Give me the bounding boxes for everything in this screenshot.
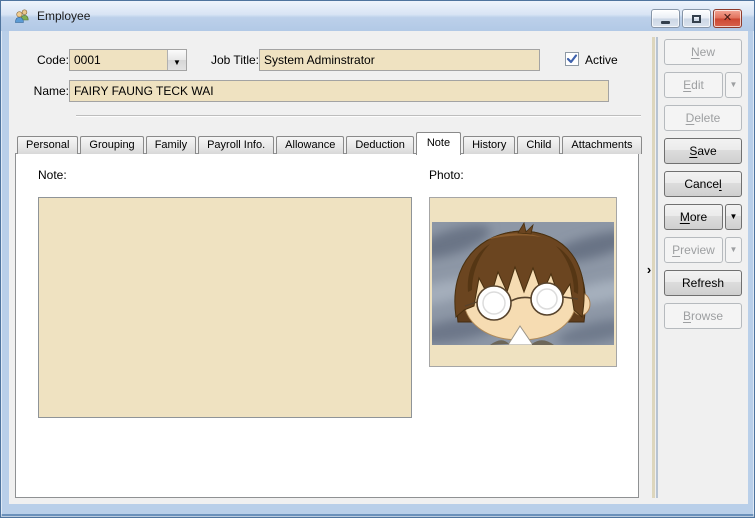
note-textarea[interactable] [38, 197, 412, 418]
employee-window: Employee ✕ Code: 0001 ▼ Job Title: Activ… [0, 0, 755, 518]
photo-label: Photo: [429, 167, 464, 183]
refresh-button[interactable]: Refresh [664, 270, 742, 296]
active-checkbox[interactable] [565, 52, 579, 66]
more-dropdown-button[interactable]: ▼ [725, 204, 742, 230]
employee-icon [14, 8, 30, 24]
chevron-down-icon: ▼ [173, 58, 181, 67]
note-tab-panel: Note: Photo: [15, 153, 639, 498]
minimize-icon [661, 21, 670, 24]
tab-personal[interactable]: Personal [17, 136, 78, 154]
client-area: Code: 0001 ▼ Job Title: Active Name: Per… [9, 31, 748, 504]
chevron-down-icon: ▼ [730, 81, 738, 89]
tab-strip: PersonalGroupingFamilyPayroll Info.Allow… [17, 131, 644, 154]
minimize-button[interactable] [651, 9, 680, 28]
edit-dropdown-button: ▼ [725, 72, 742, 98]
code-combobox[interactable]: 0001 ▼ [69, 49, 187, 71]
code-dropdown-button[interactable]: ▼ [167, 50, 186, 70]
cancel-button[interactable]: Cancel [664, 171, 742, 197]
tab-history[interactable]: History [463, 136, 515, 154]
action-button-panel: New Edit ▼ Delete Save Cancel More ▼ Preview ▼ Ref… [664, 39, 742, 336]
active-label: Active [585, 52, 618, 68]
edit-button: Edit [664, 72, 723, 98]
maximize-icon [692, 15, 701, 23]
name-input[interactable] [69, 80, 609, 102]
maximize-button[interactable] [682, 9, 711, 28]
divider [76, 115, 641, 117]
save-button[interactable]: Save [664, 138, 742, 164]
preview-dropdown-button: ▼ [725, 237, 742, 263]
chevron-down-icon: ▼ [730, 246, 738, 254]
new-button: New [664, 39, 742, 65]
job-title-input[interactable] [259, 49, 540, 71]
chevron-down-icon: ▼ [730, 213, 738, 221]
titlebar: Employee ✕ [1, 1, 754, 31]
tab-note[interactable]: Note [416, 132, 461, 155]
delete-button: Delete [664, 105, 742, 131]
more-button[interactable]: More [664, 204, 723, 230]
employee-photo [432, 222, 614, 345]
tab-family[interactable]: Family [146, 136, 196, 154]
tab-deduction[interactable]: Deduction [346, 136, 414, 154]
note-label: Note: [38, 167, 67, 183]
window-title: Employee [37, 1, 90, 31]
code-label: Code: [19, 52, 69, 68]
collapse-arrow-icon[interactable]: › [643, 261, 655, 279]
tab-child[interactable]: Child [517, 136, 560, 154]
name-label: Name: [19, 83, 69, 99]
preview-button: Preview [664, 237, 723, 263]
tab-attachments[interactable]: Attachments [562, 136, 641, 154]
code-value: 0001 [74, 50, 101, 70]
photo-frame [429, 197, 617, 367]
job-title-label: Job Title: [199, 52, 259, 68]
check-icon [566, 53, 578, 65]
close-icon: ✕ [723, 13, 732, 24]
close-button[interactable]: ✕ [713, 9, 742, 28]
tab-allowance[interactable]: Allowance [276, 136, 344, 154]
tab-payroll-info[interactable]: Payroll Info. [198, 136, 274, 154]
splitter-shadow [656, 37, 658, 498]
tab-grouping[interactable]: Grouping [80, 136, 143, 154]
browse-button: Browse [664, 303, 742, 329]
